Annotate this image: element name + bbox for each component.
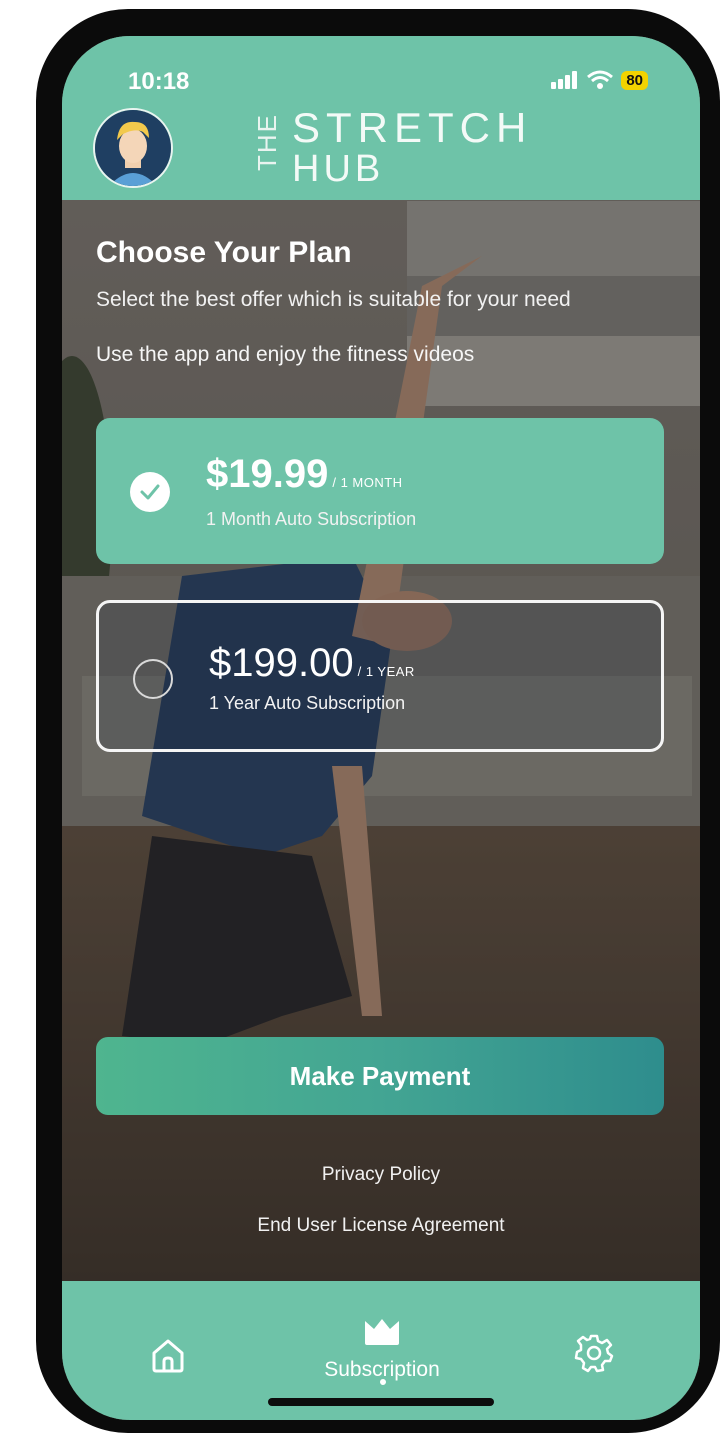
plan-period: / 1 MONTH [332, 475, 403, 490]
page-subtitle-secondary: Use the app and enjoy the fitness videos [96, 343, 475, 366]
home-icon [152, 1339, 184, 1373]
plan-card-yearly[interactable]: $199.00 / 1 YEAR 1 Year Auto Subscriptio… [96, 600, 664, 752]
plan-radio-selected[interactable] [130, 472, 170, 512]
make-payment-button[interactable]: Make Payment [96, 1037, 664, 1115]
privacy-policy-link[interactable]: Privacy Policy [62, 1164, 700, 1186]
home-indicator[interactable] [268, 1398, 494, 1406]
app-logo: THE STRETCH HUB [252, 100, 526, 190]
status-time: 10:18 [128, 68, 190, 95]
tab-home[interactable] [148, 1335, 188, 1375]
tab-settings[interactable] [574, 1333, 614, 1373]
avatar[interactable] [93, 108, 173, 188]
active-tab-indicator [380, 1379, 386, 1385]
plan-card-monthly[interactable]: $19.99 / 1 MONTH 1 Month Auto Subscripti… [96, 418, 664, 564]
wifi-icon [587, 70, 614, 89]
status-icons: 80 [551, 70, 648, 90]
logo-hub: HUB [292, 148, 385, 190]
tab-subscription[interactable]: Subscription [307, 1317, 457, 1397]
user-avatar-icon [95, 110, 171, 186]
app-header: 10:18 80 THE STRETCH HUB [62, 36, 700, 200]
plan-price: $19.99 [206, 452, 329, 496]
page-title: Choose Your Plan [96, 236, 352, 269]
logo-stretch: STRETCH [292, 104, 533, 151]
gear-icon [574, 1334, 614, 1373]
plan-radio-unselected[interactable] [133, 659, 173, 699]
plan-description: 1 Year Auto Subscription [209, 693, 406, 713]
page-subtitle: Select the best offer which is suitable … [96, 288, 571, 311]
checkmark-icon [140, 484, 160, 500]
signal-icon [551, 71, 578, 89]
crown-icon [365, 1319, 399, 1345]
plan-price: $199.00 [209, 641, 354, 685]
logo-the: THE [252, 113, 282, 171]
eula-link[interactable]: End User License Agreement [62, 1215, 700, 1237]
plan-description: 1 Month Auto Subscription [206, 509, 417, 529]
plan-period: / 1 YEAR [357, 664, 415, 679]
plan-price-row: $19.99 / 1 MONTH [206, 452, 403, 497]
battery-indicator: 80 [621, 70, 648, 90]
plan-price-row: $199.00 / 1 YEAR [209, 641, 415, 686]
app-screen: 10:18 80 THE STRETCH HUB Choose Your Pla… [62, 36, 700, 1420]
